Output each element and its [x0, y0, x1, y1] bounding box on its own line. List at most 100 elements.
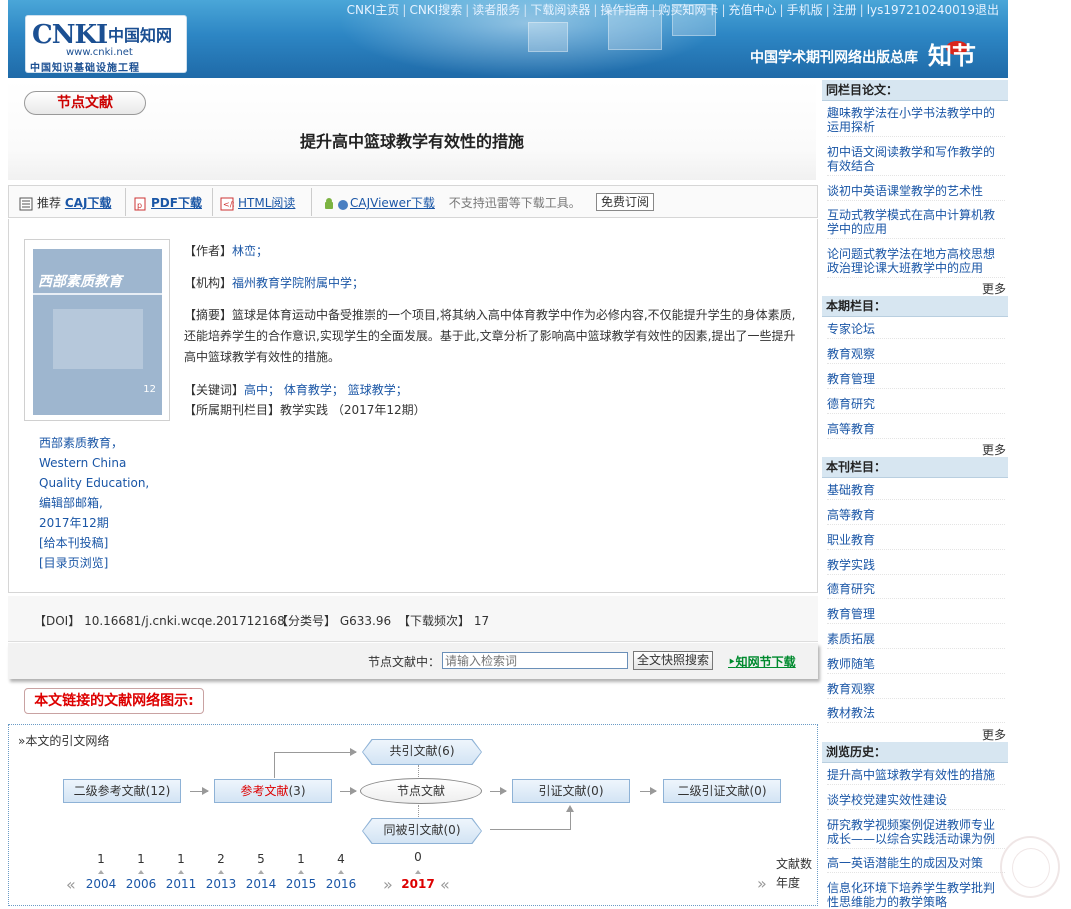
journal-column-item[interactable]: 教育观察 [827, 682, 1005, 699]
timeline-prev2-button[interactable]: « [440, 875, 450, 894]
issue-column-item[interactable]: 高等教育 [827, 422, 1005, 439]
nav-buy-card[interactable]: 购买知网卡 [655, 3, 721, 17]
logo-cn-text: 中国知网 [108, 26, 173, 45]
year-link[interactable]: 2011 [161, 877, 201, 891]
keyword-link[interactable]: 体育教学； [284, 383, 344, 397]
journal-column-item[interactable]: 德育研究 [827, 582, 1005, 599]
journal-column-item[interactable]: 高等教育 [827, 508, 1005, 525]
more-link[interactable]: 更多 [982, 441, 1006, 458]
journal-name-en-2[interactable]: Quality Education, [39, 473, 159, 493]
issue-column-item[interactable]: 专家论坛 [827, 322, 1005, 339]
android-icon [325, 197, 333, 209]
free-subscribe-button[interactable]: 免费订阅 [596, 193, 655, 211]
year-count: 4 [337, 852, 345, 866]
node-download-link[interactable]: ‣知网节下载 [728, 653, 796, 670]
logo-sub-text: 中国知识基础设施工程 [30, 63, 140, 74]
caj-download-link[interactable]: CAJ下载 [65, 196, 112, 210]
year-link[interactable]: 2014 [241, 877, 281, 891]
arrow [340, 787, 357, 795]
issue-column-item[interactable]: 德育研究 [827, 397, 1005, 414]
nav-recharge[interactable]: 充值中心 [726, 3, 780, 17]
current-year[interactable]: 2017 [398, 877, 438, 891]
journal-cover[interactable]: 西部素质教育 12 [24, 239, 170, 421]
same-column-item[interactable]: 论问题式教学法在地方高校思想政治理论课大班教学中的应用 [827, 247, 1005, 278]
year-link[interactable]: 2013 [201, 877, 241, 891]
journal-column-item[interactable]: 教学实践 [827, 558, 1005, 575]
org-link[interactable]: 福州教育学院附属中学； [232, 276, 364, 290]
more-link[interactable]: 更多 [982, 280, 1006, 297]
editor-email[interactable]: 编辑部邮箱, [39, 493, 159, 513]
same-column-item[interactable]: 谈初中英语课堂教学的艺术性 [827, 184, 1005, 201]
more-link[interactable]: 更多 [982, 726, 1006, 743]
year-label: 年度 [776, 876, 801, 890]
issue-link[interactable]: 2017年12期 [39, 513, 159, 533]
search-input[interactable] [442, 652, 628, 669]
article-title: 提升高中篮球教学有效性的措施 [299, 132, 524, 151]
same-column-item[interactable]: 互动式教学模式在高中计算机教学中的应用 [827, 208, 1005, 239]
fulltext-search-button[interactable]: 全文快照搜索 [633, 651, 714, 670]
co-cited-node[interactable]: 同被引文献(0) [363, 819, 481, 843]
keyword-link[interactable]: 高中； [244, 383, 280, 397]
history-item[interactable]: 信息化环境下培养学生教学批判性思维能力的教学策略 [827, 881, 1005, 909]
nav-mobile[interactable]: 手机版 [784, 3, 826, 17]
thunder-note: 不支持迅雷等下载工具。 [448, 196, 581, 210]
journal-column-item[interactable]: 基础教育 [827, 483, 1005, 500]
cover-title: 西部素质教育 [38, 274, 122, 290]
journal-column-item[interactable]: 教师随笔 [827, 657, 1005, 674]
same-column-title: 同栏目论文： [822, 80, 1008, 101]
author-link[interactable]: 林峦； [232, 244, 268, 258]
nav-user-logout[interactable]: lys197210240019退出 [864, 3, 1002, 17]
journal-name-en-1[interactable]: Western China [39, 453, 159, 473]
keyword-link[interactable]: 篮球教学； [348, 383, 408, 397]
timeline-prev-button[interactable]: « [66, 875, 76, 894]
toc-link[interactable]: [目录页浏览] [39, 553, 159, 573]
reference-node[interactable]: 参考文献(3) [214, 779, 332, 803]
same-column-item[interactable]: 初中语文阅读教学和写作教学的有效结合 [827, 145, 1005, 176]
lvl2-cited-node[interactable]: 二级引证文献(0) [663, 779, 781, 803]
nav-reader-service[interactable]: 读者服务 [469, 3, 523, 17]
timeline-end-button[interactable]: » [757, 874, 767, 893]
watermark-seal [1000, 836, 1060, 898]
timeline-next-button[interactable]: » [383, 875, 393, 894]
co-cite-node[interactable]: 共引文献(6) [363, 740, 481, 764]
keywords-row: 【关键词】高中； 体育教学； 篮球教学； [184, 383, 408, 397]
year-link[interactable]: 2006 [121, 877, 161, 891]
year-count: 1 [177, 852, 185, 866]
connector [274, 752, 275, 778]
recommend-icon [19, 197, 33, 210]
history-item[interactable]: 谈学校党建实效性建设 [827, 793, 1005, 810]
cajviewer-download-link[interactable]: CAJViewer下载 [350, 196, 435, 210]
cited-by-node[interactable]: 引证文献(0) [512, 779, 630, 803]
journal-column-item[interactable]: 教材教法 [827, 706, 1005, 723]
year-link[interactable]: 2016 [321, 877, 361, 891]
journal-column-item[interactable]: 教育管理 [827, 607, 1005, 624]
abstract: 【摘要】篮球是体育运动中备受推崇的一个项目,将其纳入高中体育教学中作为必修内容,… [184, 308, 796, 364]
column-row: 【所属期刊栏目】教学实践 （2017年12期） [184, 403, 426, 417]
current-node[interactable]: 节点文献 [360, 778, 482, 804]
year-link[interactable]: 2015 [281, 877, 321, 891]
history-item[interactable]: 高一英语潜能生的成因及对策 [827, 856, 1005, 873]
journal-column-item[interactable]: 素质拓展 [827, 632, 1005, 649]
year-link[interactable]: 2004 [81, 877, 121, 891]
issue-column-item[interactable]: 教育管理 [827, 372, 1005, 389]
nav-guide[interactable]: 操作指南 [597, 3, 651, 17]
nav-cnki-search[interactable]: CNKI搜索 [406, 3, 465, 17]
nav-register[interactable]: 注册 [830, 3, 860, 17]
pdf-download-link[interactable]: PDF下载 [151, 196, 202, 210]
lvl2-reference-node[interactable]: 二级参考文献(12) [63, 779, 181, 803]
nav-download-reader[interactable]: 下载阅读器 [527, 3, 593, 17]
history-item[interactable]: 提升高中篮球教学有效性的措施 [827, 768, 1005, 785]
nav-cnki-home[interactable]: CNKI主页 [344, 3, 403, 17]
node-search-bar: 节点文献中： 全文快照搜索 ‣知网节下载 [8, 643, 818, 679]
html-read-link[interactable]: HTML阅读 [238, 196, 295, 210]
cnki-logo[interactable]: CNKI 中国知网 www.cnki.net 中国知识基础设施工程 [26, 16, 186, 74]
journal-column-item[interactable]: 职业教育 [827, 533, 1005, 550]
history-item[interactable]: 研究教学视频案例促进教师专业成长——以综合实践活动课为例 [827, 818, 1005, 849]
year-count: 1 [297, 852, 305, 866]
year-count: 5 [257, 852, 265, 866]
author-row: 【作者】林峦； [184, 244, 269, 258]
issue-column-item[interactable]: 教育观察 [827, 347, 1005, 364]
submit-link[interactable]: [给本刊投稿] [39, 533, 159, 553]
same-column-item[interactable]: 趣味教学法在小学书法教学中的运用探析 [827, 106, 1005, 137]
journal-name-cn[interactable]: 西部素质教育， [39, 433, 159, 453]
